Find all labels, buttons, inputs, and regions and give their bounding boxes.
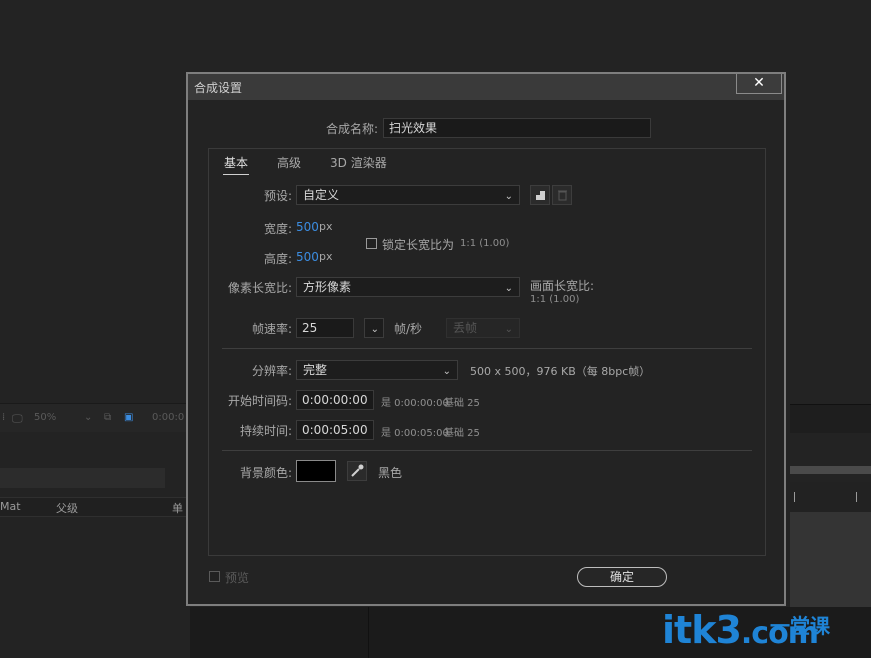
comp-name-input[interactable]: 扫光效果: [383, 118, 651, 138]
background-divider: [368, 607, 369, 658]
start-timecode-info: 是 0:00:00:00: [381, 398, 449, 409]
background-right-panel: [790, 404, 871, 433]
eyedropper-button[interactable]: [347, 461, 367, 481]
drop-frame-select: 丢帧 ⌄: [446, 318, 520, 338]
bg-color-name: 黑色: [378, 466, 403, 480]
monitor-icon[interactable]: 🖵: [12, 412, 23, 426]
resolution-label: 分辨率:: [251, 364, 292, 378]
chevron-down-icon: ⌄: [504, 283, 513, 294]
duration-info: 是 0:00:05:00: [381, 428, 449, 439]
frame-aspect-value: 1:1 (1.00): [530, 294, 580, 305]
tab-advanced[interactable]: 高级: [277, 154, 301, 171]
fps-label: 帧速率:: [251, 322, 292, 336]
resolution-info: 500 x 500，976 KB（每 8bpc帧）: [470, 365, 651, 378]
fps-unit: 帧/秒: [394, 322, 423, 336]
preset-select[interactable]: 自定义 ⌄: [296, 185, 520, 205]
watermark-cn: 一堂课: [770, 614, 830, 638]
width-label: 宽度:: [263, 222, 292, 236]
bg-color-swatch[interactable]: [296, 460, 336, 482]
divider: [222, 348, 752, 349]
chevron-down-icon: ⌄: [370, 324, 379, 335]
background-work-area-bar[interactable]: [790, 466, 871, 474]
background-time-ruler[interactable]: [790, 482, 871, 512]
comp-name-label: 合成名称:: [325, 122, 378, 136]
timecode-partial[interactable]: 0:00:0: [152, 412, 184, 423]
resolution-value: 完整: [303, 363, 328, 377]
close-button[interactable]: ✕: [736, 74, 782, 94]
background-toolbar: ⁞ 🖵 50% ⌄ ⧉ ▣ 0:00:0: [0, 403, 190, 432]
resolution-select[interactable]: 完整 ⌄: [296, 360, 458, 380]
duration-label: 持续时间:: [239, 424, 292, 438]
lock-aspect-checkbox[interactable]: [366, 238, 377, 249]
duration-base: 基础 25: [444, 428, 480, 439]
drop-frame-value: 丢帧: [453, 321, 478, 335]
tab-3d-renderer[interactable]: 3D 渲染器: [330, 154, 387, 171]
duration-input[interactable]: 0:00:05:00: [296, 420, 374, 440]
eyedropper-icon: [351, 464, 364, 477]
col-parent: 父级: [56, 502, 78, 515]
frame-icon[interactable]: ⧉: [104, 412, 111, 423]
preview-label: 预览: [225, 571, 250, 585]
frame-aspect-label: 画面长宽比:: [530, 279, 595, 293]
col-mat: Mat: [0, 500, 21, 513]
pixel-aspect-value: 方形像素: [303, 280, 352, 294]
lock-aspect-label: 锁定长宽比为: [382, 238, 455, 252]
pixel-aspect-select[interactable]: 方形像素 ⌄: [296, 277, 520, 297]
fps-dropdown-button[interactable]: ⌄: [364, 318, 384, 338]
preview-checkbox: [209, 571, 220, 582]
background-search-field[interactable]: [0, 468, 165, 488]
dialog-title: 合成设置: [194, 81, 243, 95]
chevron-down-icon: ⌄: [442, 366, 451, 377]
lock-aspect-ratio: 1:1 (1.00): [460, 238, 510, 249]
start-timecode-base: 基础 25: [444, 398, 480, 409]
preset-label: 预设:: [263, 189, 292, 203]
zoom-chevron-icon[interactable]: ⌄: [84, 412, 92, 423]
height-label: 高度:: [263, 252, 292, 266]
height-value[interactable]: 500: [296, 250, 319, 264]
tab-basic[interactable]: 基本: [222, 154, 250, 175]
preset-value: 自定义: [303, 188, 340, 202]
chevron-down-icon: ⌄: [504, 191, 513, 202]
trash-icon: [558, 190, 567, 201]
save-preset-icon: [535, 190, 545, 200]
width-value[interactable]: 500: [296, 220, 319, 234]
divider: [222, 450, 752, 451]
start-timecode-label: 开始时间码:: [227, 394, 292, 408]
fps-input[interactable]: 25: [296, 318, 354, 338]
settings-panel: [208, 148, 766, 556]
background-layer-header: Mat 父级 单: [0, 497, 190, 517]
delete-preset-button[interactable]: [552, 185, 572, 205]
start-timecode-input[interactable]: 0:00:00:00: [296, 390, 374, 410]
toolbar-sep: ⁞: [2, 412, 6, 423]
width-unit: px: [319, 220, 333, 233]
zoom-select[interactable]: 50%: [34, 412, 56, 423]
bg-color-label: 背景颜色:: [239, 466, 292, 480]
save-preset-button[interactable]: [530, 185, 550, 205]
height-unit: px: [319, 250, 333, 263]
composition-settings-dialog: 合成设置 ✕ 合成名称: 扫光效果 基本 高级 3D 渲染器 预设: 自定义 ⌄…: [186, 72, 786, 606]
ok-button[interactable]: 确定: [577, 567, 667, 587]
pixel-aspect-label: 像素长宽比:: [227, 281, 292, 295]
chevron-down-icon: ⌄: [504, 324, 513, 335]
dialog-titlebar[interactable]: 合成设置 ✕: [188, 74, 784, 100]
region-icon[interactable]: ▣: [124, 412, 133, 423]
col-single: 单: [172, 502, 183, 515]
